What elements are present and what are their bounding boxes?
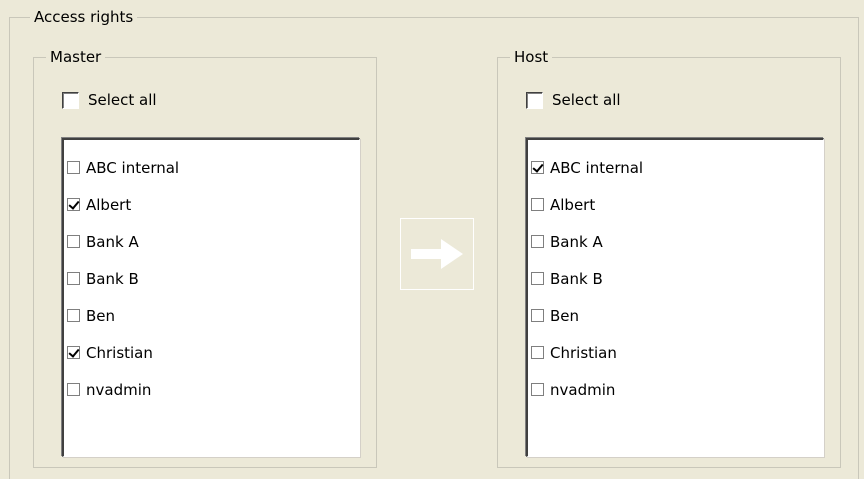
master-item-checkbox[interactable] [67,272,80,285]
host-item-checkbox[interactable] [531,383,544,396]
host-item-checkbox[interactable] [531,161,544,174]
host-list-item[interactable]: nvadmin [528,371,823,408]
master-item-checkbox[interactable] [67,161,80,174]
master-list-item[interactable]: Christian [64,334,359,371]
host-list-item[interactable]: Bank A [528,223,823,260]
host-item-label: Christian [550,343,617,362]
host-list-item[interactable]: Albert [528,186,823,223]
host-item-label: Ben [550,306,580,325]
host-item-checkbox[interactable] [531,235,544,248]
master-item-label: Ben [86,306,116,325]
master-item-label: Bank A [86,232,139,251]
master-list-item[interactable]: Bank A [64,223,359,260]
master-select-all[interactable]: Select all [62,91,157,109]
host-item-label: Bank B [550,269,603,288]
host-select-all[interactable]: Select all [526,91,621,109]
master-item-checkbox[interactable] [67,346,80,359]
host-user-list[interactable]: ABC internal Albert Bank A Bank B Ben Ch… [526,138,824,457]
master-user-list[interactable]: ABC internal Albert Bank A Bank B Ben Ch… [62,138,360,457]
master-item-checkbox[interactable] [67,235,80,248]
master-group: Master Select all ABC internal Albert Ba… [33,48,377,468]
host-list-item[interactable]: Bank B [528,260,823,297]
master-item-label: Christian [86,343,153,362]
master-item-checkbox[interactable] [67,198,80,211]
access-rights-title: Access rights [30,8,138,26]
master-item-label: ABC internal [86,158,180,177]
host-item-checkbox[interactable] [531,346,544,359]
host-item-checkbox[interactable] [531,309,544,322]
host-list-item[interactable]: Christian [528,334,823,371]
master-item-label: nvadmin [86,380,152,399]
master-select-all-checkbox[interactable] [62,91,79,109]
master-item-checkbox[interactable] [67,309,80,322]
master-title: Master [46,48,106,66]
host-item-label: Bank A [550,232,603,251]
master-select-all-label: Select all [88,91,157,109]
master-item-label: Bank B [86,269,139,288]
host-select-all-checkbox[interactable] [526,91,543,109]
transfer-button[interactable] [400,218,474,290]
host-list-item[interactable]: Ben [528,297,823,334]
host-item-label: ABC internal [550,158,644,177]
master-list-item[interactable]: ABC internal [64,149,359,186]
host-item-checkbox[interactable] [531,272,544,285]
master-list-item[interactable]: nvadmin [64,371,359,408]
host-item-label: nvadmin [550,380,616,399]
host-select-all-label: Select all [552,91,621,109]
master-item-checkbox[interactable] [67,383,80,396]
master-list-item[interactable]: Albert [64,186,359,223]
host-item-checkbox[interactable] [531,198,544,211]
host-item-label: Albert [550,195,596,214]
master-item-label: Albert [86,195,132,214]
arrow-right-icon [411,239,463,269]
host-title: Host [510,48,553,66]
host-group: Host Select all ABC internal Albert Bank… [497,48,841,468]
master-list-item[interactable]: Ben [64,297,359,334]
host-list-item[interactable]: ABC internal [528,149,823,186]
master-list-item[interactable]: Bank B [64,260,359,297]
